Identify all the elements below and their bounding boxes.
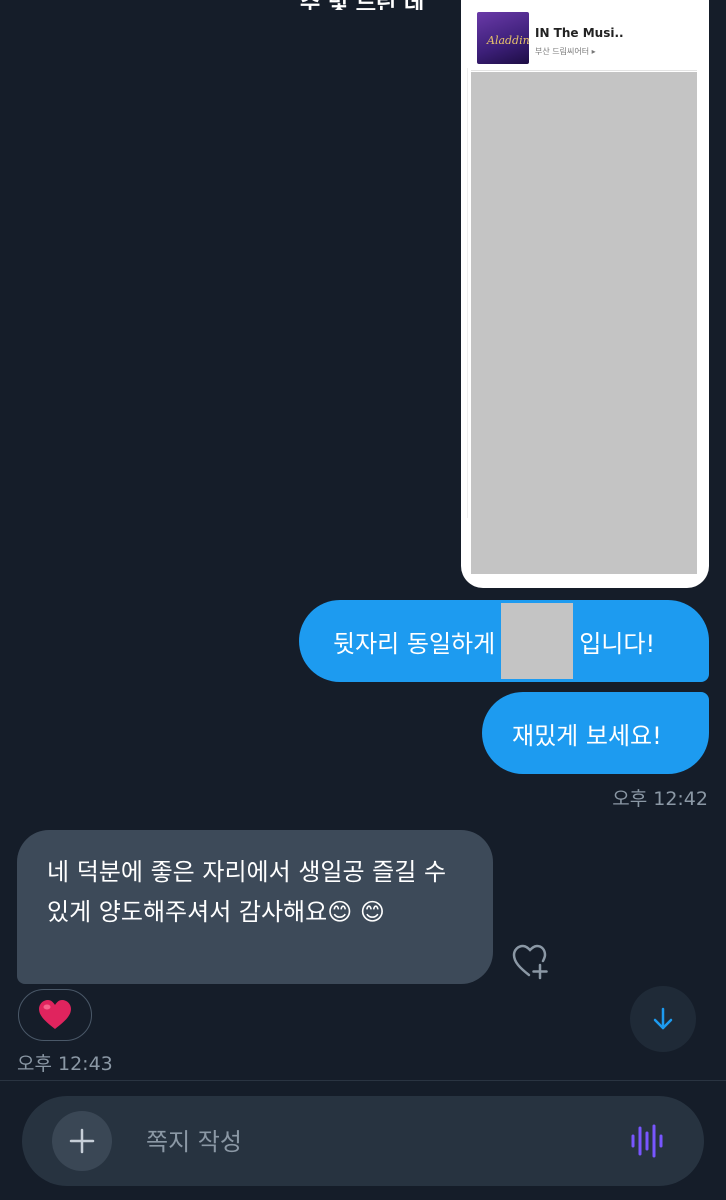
redacted-area — [471, 72, 697, 574]
message-text: 재밌게 보세요! — [512, 721, 662, 750]
message-text: 뒷자리 동일하게 — [333, 629, 496, 658]
add-reaction-icon[interactable] — [512, 944, 550, 980]
message-timestamp: 오후 12:43 — [17, 1053, 113, 1075]
scroll-to-bottom-button[interactable] — [630, 986, 696, 1052]
message-composer — [22, 1096, 704, 1186]
shared-image-message[interactable]: Aladdin IN The Musi.. 부산 드림씨어터 ▸ — [461, 0, 709, 588]
heart-reaction-icon — [39, 1000, 71, 1029]
voice-message-button[interactable] — [628, 1122, 668, 1160]
outgoing-message-bubble[interactable]: 재밌게 보세요! — [482, 692, 709, 774]
show-title: IN The Musi.. — [535, 26, 624, 40]
incoming-message-bubble[interactable]: 네 덕분에 좋은 자리에서 생일공 즐길 수있게 양도해주셔서 감사해요😊 😊 — [17, 830, 493, 984]
ticket-info-row: Aladdin IN The Musi.. 부산 드림씨어터 ▸ — [471, 8, 697, 71]
message-text: 네 덕분에 좋은 자리에서 생일공 즐길 수있게 양도해주셔서 감사해요😊 😊 — [47, 858, 447, 926]
poster-thumbnail: Aladdin — [477, 12, 530, 64]
add-attachment-button[interactable] — [52, 1111, 112, 1171]
reaction-badge[interactable] — [18, 989, 92, 1041]
show-venue: 부산 드림씨어터 ▸ — [535, 47, 596, 56]
redacted-block — [501, 603, 574, 679]
conversation-header-title: 수 및 드린 데 — [300, 0, 440, 10]
message-timestamp: 오후 12:42 — [612, 788, 708, 810]
arrow-down-icon — [653, 1007, 673, 1030]
waveform-icon — [631, 1124, 663, 1158]
message-input[interactable] — [144, 1122, 568, 1162]
poster-logo: Aladdin — [487, 34, 530, 47]
plus-icon — [69, 1128, 95, 1154]
composer-divider — [0, 1080, 726, 1081]
outgoing-message-bubble[interactable]: 뒷자리 동일하게 입니다! — [299, 600, 709, 682]
message-text: 입니다! — [579, 629, 656, 658]
divider — [467, 68, 468, 518]
